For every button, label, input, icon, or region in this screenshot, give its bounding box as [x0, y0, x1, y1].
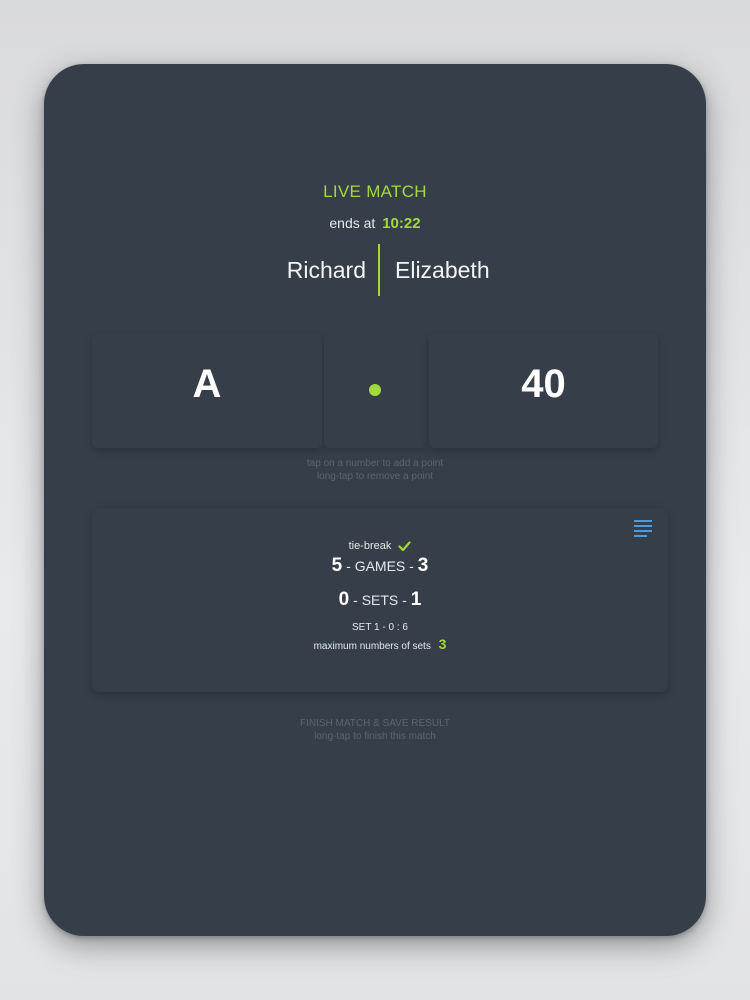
- sets-label: SETS: [361, 592, 399, 608]
- games-left: 5: [331, 555, 343, 576]
- check-icon: [398, 540, 412, 551]
- app-screen: LIVE MATCH ends at 10:22 Richard Elizabe…: [44, 64, 706, 936]
- sets-right: 1: [410, 589, 422, 610]
- sets-score: 0 - SETS - 1: [338, 589, 422, 610]
- score-right-value: 40: [521, 362, 566, 406]
- live-match-title: LIVE MATCH: [323, 182, 427, 201]
- ends-at-label: ends at: [329, 215, 376, 231]
- set-detail: SET 1 - 0 : 6: [352, 622, 408, 633]
- score-left-value: A: [192, 362, 222, 406]
- finish-match-hint: long-tap to finish this match: [314, 731, 436, 742]
- player-right-name: Elizabeth: [395, 257, 490, 283]
- serve-indicator-panel: [324, 334, 426, 448]
- score-right-button[interactable]: 40: [429, 334, 658, 448]
- finish-match-label: FINISH MATCH & SAVE RESULT: [299, 718, 451, 729]
- finish-match-button[interactable]: FINISH MATCH & SAVE RESULT long-tap to f…: [44, 717, 706, 743]
- games-label: GAMES: [354, 558, 406, 574]
- sets-left: 0: [338, 589, 350, 610]
- score-hint-add: tap on a number to add a point: [306, 458, 444, 469]
- max-sets-value: 3: [438, 636, 447, 652]
- serve-indicator-icon: [369, 384, 381, 396]
- ends-at-time: 10:22: [382, 215, 421, 232]
- max-sets-label: maximum numbers of sets: [313, 641, 431, 652]
- tiebreak-status: tie-break: [92, 540, 668, 552]
- menu-icon[interactable]: [634, 520, 652, 538]
- players-divider: [378, 244, 380, 296]
- player-left-name: Richard: [286, 257, 366, 283]
- tiebreak-label: tie-break: [348, 540, 392, 552]
- score-hint-remove: long-tap to remove a point: [316, 471, 434, 482]
- match-end-time: ends at 10:22: [44, 215, 706, 232]
- max-sets: maximum numbers of sets 3: [92, 636, 668, 652]
- score-hint: tap on a number to add a point long-tap …: [44, 457, 706, 483]
- players-header: Richard Elizabeth: [44, 242, 706, 298]
- match-info-panel: tie-break 5 - GAMES - 3 0 - SETS - 1 SET…: [92, 508, 668, 692]
- games-right: 3: [417, 555, 429, 576]
- score-left-button[interactable]: A: [92, 334, 322, 448]
- games-score: 5 - GAMES - 3: [331, 555, 429, 576]
